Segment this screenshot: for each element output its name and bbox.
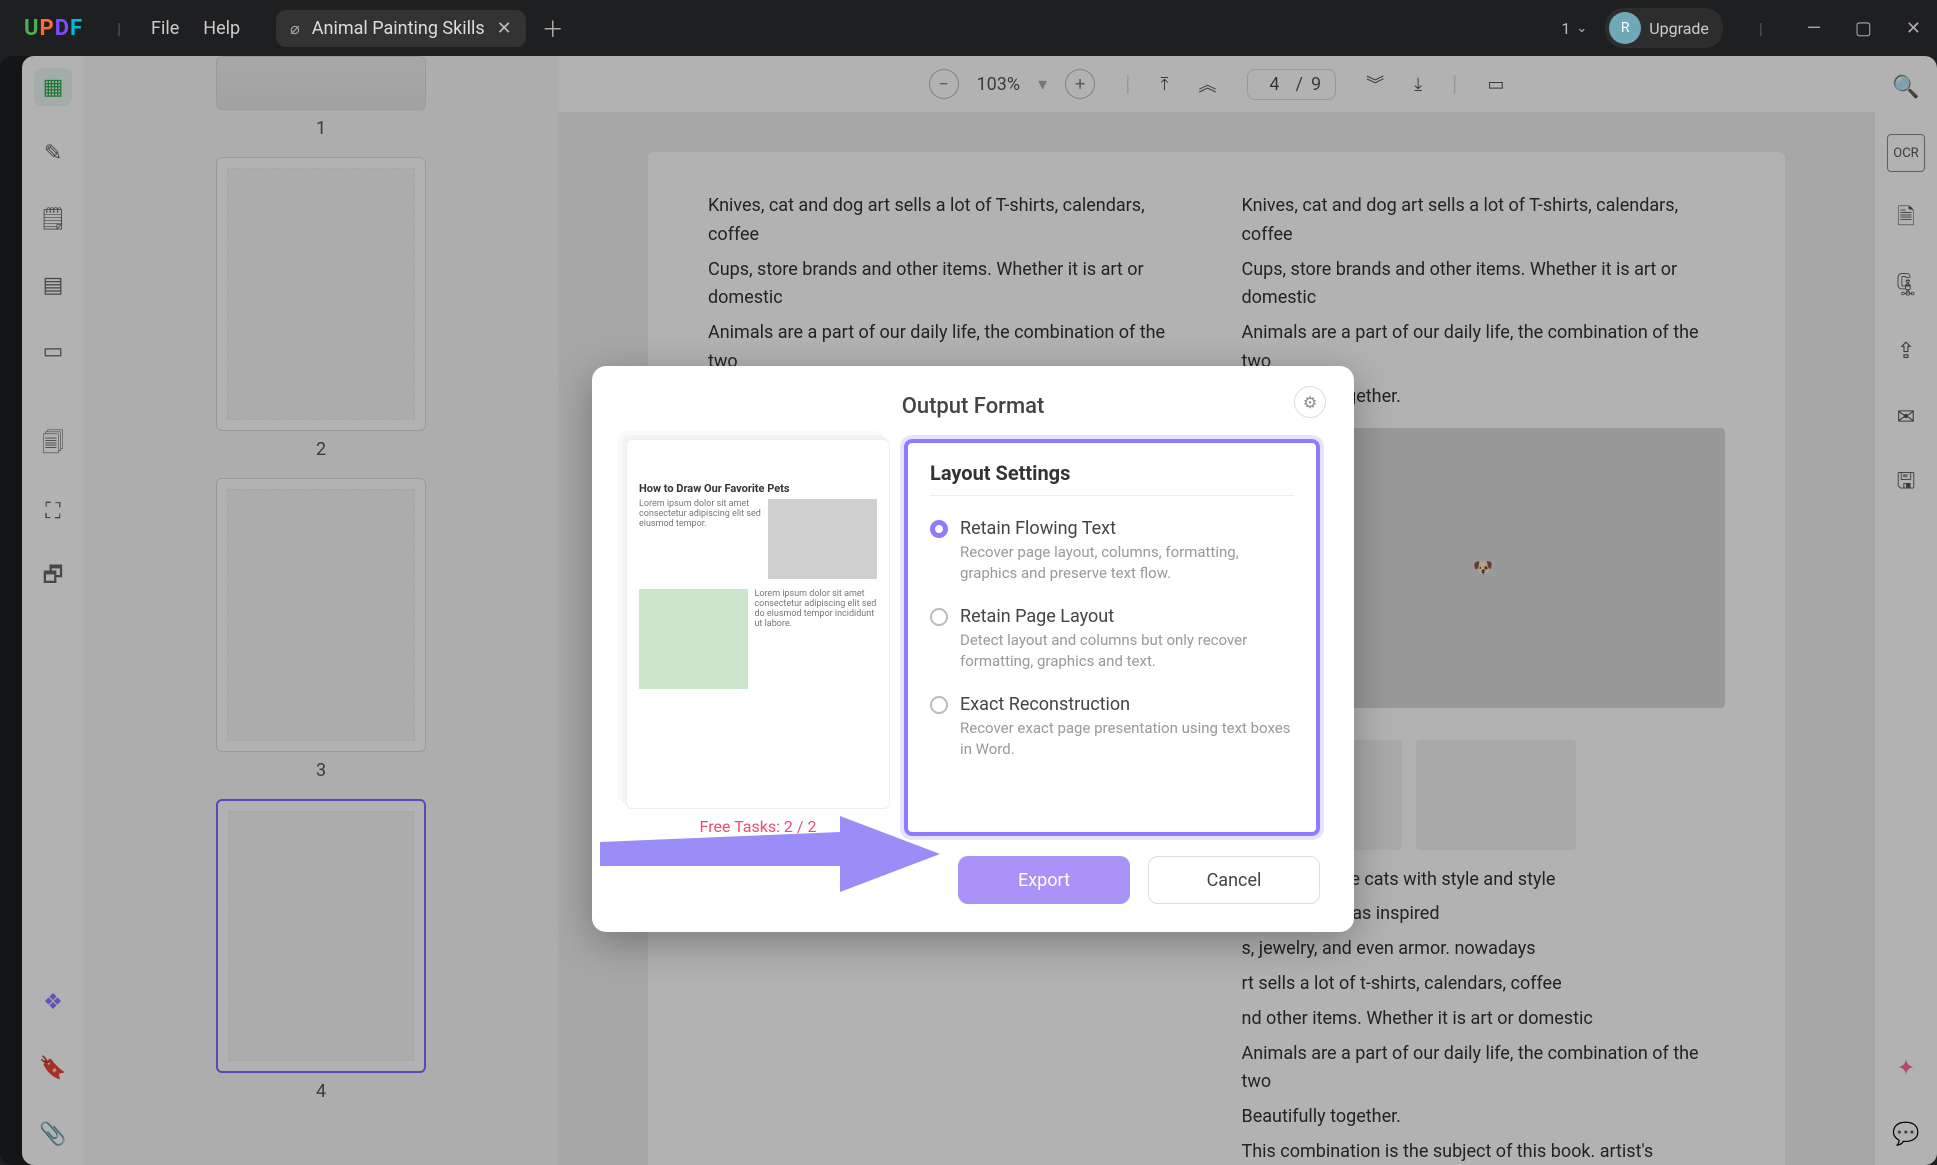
add-tab-button[interactable]: ＋: [542, 12, 564, 44]
cancel-button[interactable]: Cancel: [1148, 856, 1320, 904]
document-tab[interactable]: ⌀ Animal Painting Skills ✕: [276, 10, 526, 47]
option-retain-page-layout[interactable]: Retain Page Layout Detect layout and col…: [930, 598, 1294, 686]
option-retain-flowing-text[interactable]: Retain Flowing Text Recover page layout,…: [930, 510, 1294, 598]
dialog-title: Output Format: [626, 394, 1320, 419]
dropdown-value: 1: [1561, 19, 1570, 38]
separator: |: [1759, 19, 1763, 38]
preview-heading: How to Draw Our Favorite Pets: [639, 482, 877, 495]
preview-pane: How to Draw Our Favorite Pets Lorem ipsu…: [626, 439, 890, 809]
maximize-button[interactable]: ▢: [1847, 18, 1880, 39]
preview-image: [639, 589, 748, 689]
menu-file[interactable]: File: [139, 12, 191, 45]
option-exact-reconstruction[interactable]: Exact Reconstruction Recover exact page …: [930, 686, 1294, 774]
layout-settings-title: Layout Settings: [930, 461, 1294, 496]
annotation-arrow-icon: [600, 814, 940, 894]
option-description: Detect layout and columns but only recov…: [960, 630, 1294, 672]
export-button[interactable]: Export: [958, 856, 1130, 904]
minimize-button[interactable]: —: [1799, 18, 1829, 39]
radio-icon: [930, 696, 948, 714]
option-label: Exact Reconstruction: [960, 694, 1294, 715]
tab-title: Animal Painting Skills: [312, 18, 485, 39]
workspace: ▦ ✎ 🗒 ▤ ▭ 🗐 ⛶ 🗗 ❖ 🔖 📎 🔍 OCR 🗎 🗜 ⇪ ✉ 🖫 ✦ …: [0, 56, 1937, 1165]
avatar: R: [1609, 12, 1641, 44]
upgrade-button[interactable]: R Upgrade: [1605, 8, 1723, 48]
upgrade-label: Upgrade: [1649, 19, 1709, 38]
close-button[interactable]: ✕: [1898, 18, 1929, 39]
option-label: Retain Flowing Text: [960, 518, 1294, 539]
chevron-down-icon: ⌄: [1576, 21, 1587, 36]
option-description: Recover page layout, columns, formatting…: [960, 542, 1294, 584]
option-label: Retain Page Layout: [960, 606, 1294, 627]
radio-selected-icon: [930, 520, 948, 538]
radio-icon: [930, 608, 948, 626]
close-icon[interactable]: ✕: [497, 18, 512, 39]
tab-eraser-icon: ⌀: [290, 19, 300, 38]
logo: UPDF: [24, 16, 83, 41]
gear-icon[interactable]: ⚙: [1294, 386, 1326, 418]
window-count-dropdown[interactable]: 1 ⌄: [1561, 19, 1587, 38]
option-description: Recover exact page presentation using te…: [960, 718, 1294, 760]
preview-image: [768, 499, 877, 579]
layout-settings-panel: Layout Settings Retain Flowing Text Reco…: [904, 439, 1320, 836]
titlebar: UPDF | File Help ⌀ Animal Painting Skill…: [0, 0, 1937, 56]
menu-help[interactable]: Help: [191, 12, 252, 45]
separator: |: [117, 19, 121, 38]
